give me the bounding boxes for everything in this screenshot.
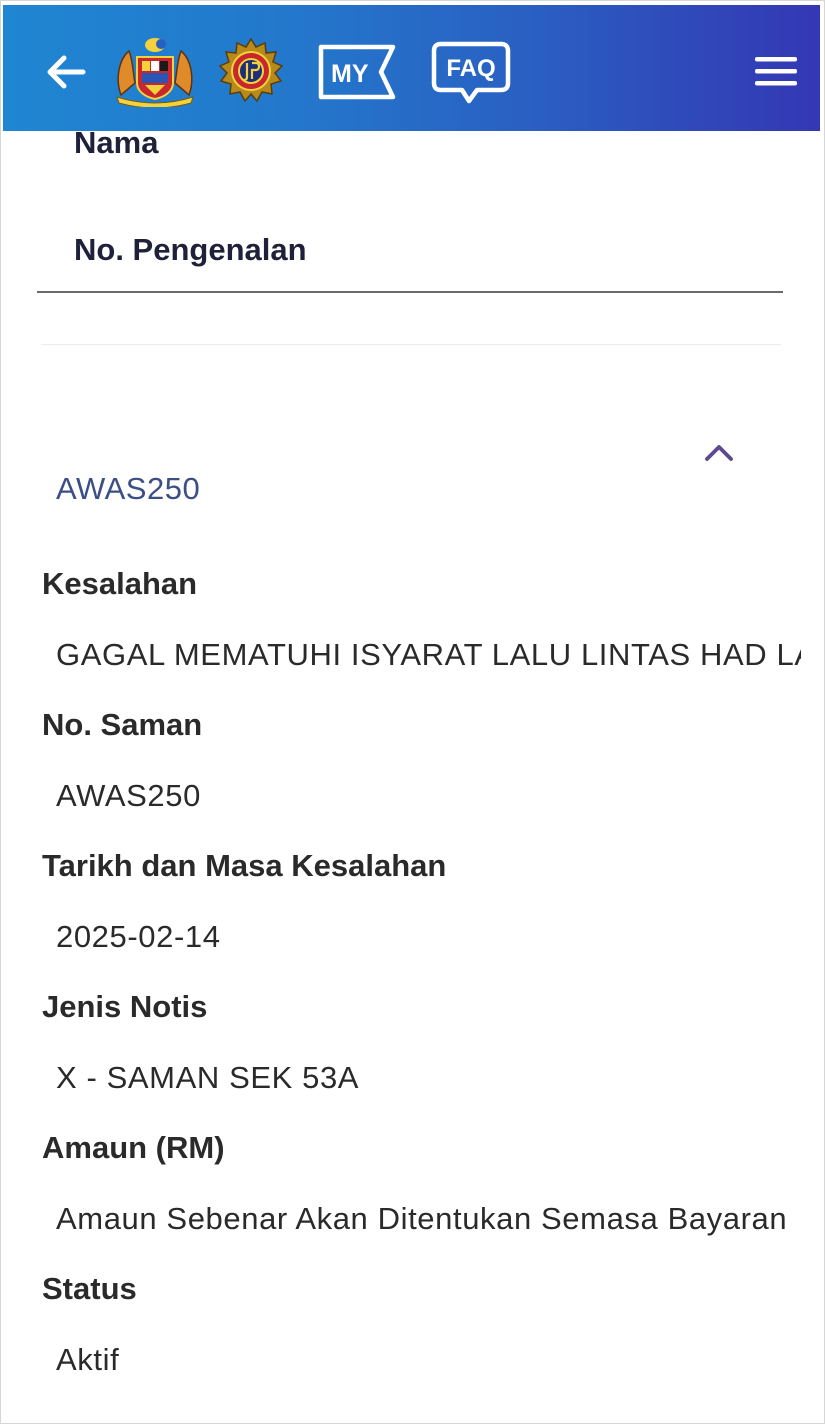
collapse-toggle[interactable] xyxy=(701,437,737,467)
field-divider xyxy=(37,291,783,293)
status-value: Aktif xyxy=(56,1342,120,1377)
detail-label: Kesalahan xyxy=(42,566,198,601)
arrow-left-icon xyxy=(47,55,86,89)
chevron-up-icon xyxy=(705,445,733,461)
my-app-button[interactable]: MY xyxy=(317,43,397,101)
name-field-label: Nama xyxy=(74,125,159,160)
hamburger-menu-icon xyxy=(755,57,797,86)
menu-button[interactable] xyxy=(751,51,803,93)
back-button[interactable] xyxy=(41,47,91,97)
faq-icon: FAQ xyxy=(431,41,511,104)
detail-label: Tarikh dan Masa Kesalahan xyxy=(42,848,447,883)
faq-button[interactable]: FAQ xyxy=(431,41,511,105)
jpj-emblem-icon xyxy=(215,35,287,107)
detail-value: 2025-02-14 xyxy=(56,919,221,954)
detail-label: No. Saman xyxy=(42,707,203,742)
detail-value: GAGAL MEMATUHI ISYARAT LALU LINTAS HAD L… xyxy=(56,637,801,672)
detail-value: AWAS250 xyxy=(56,778,201,813)
detail-label: Jenis Notis xyxy=(42,989,208,1024)
detail-label: Amaun (RM) xyxy=(42,1130,225,1165)
id-number-field-label: No. Pengenalan xyxy=(74,232,307,267)
detail-label: Status xyxy=(42,1271,137,1306)
detail-value: X - SAMAN SEK 53A xyxy=(56,1060,360,1095)
app-screen: MY FAQ Nama No. Pengenalan AWAS250 Kesal… xyxy=(0,0,825,1424)
section-divider xyxy=(41,344,781,345)
my-app-icon: MY xyxy=(318,44,396,100)
my-label: MY xyxy=(331,60,369,88)
top-app-bar: MY FAQ xyxy=(3,5,820,131)
detail-value: Amaun Sebenar Akan Ditentukan Semasa Bay… xyxy=(56,1201,788,1236)
malaysia-coat-of-arms-icon xyxy=(109,35,201,109)
notice-reference-title: AWAS250 xyxy=(56,471,201,506)
faq-label: FAQ xyxy=(446,55,495,82)
